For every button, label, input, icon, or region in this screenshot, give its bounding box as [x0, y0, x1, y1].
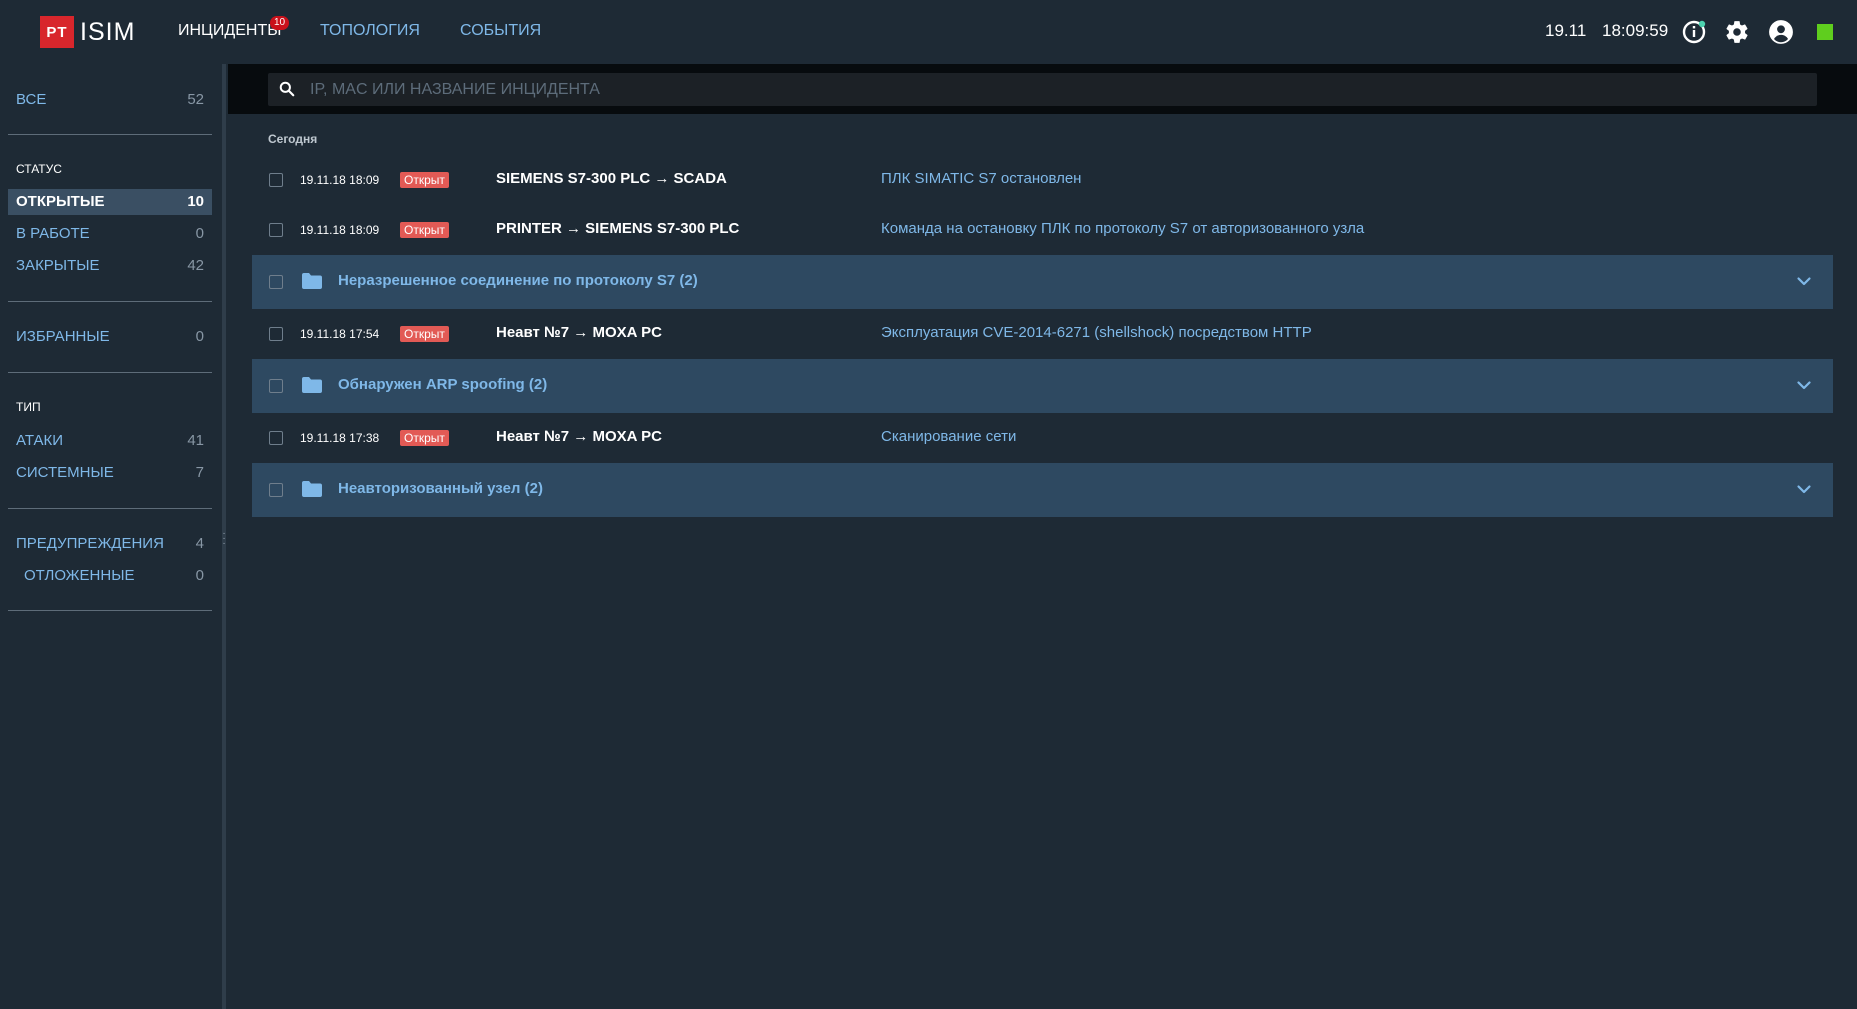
incident-row[interactable]: 19.11.18 17:54 Открыт Неавт №7 → MOXA PC… — [252, 308, 1833, 360]
info-icon[interactable] — [1681, 19, 1707, 45]
sidebar-divider — [8, 610, 212, 611]
logo-text: ISIM — [80, 18, 136, 46]
current-time: 18:09:59 — [1602, 21, 1669, 40]
grip-icon[interactable]: · · · — [221, 529, 227, 549]
filter-label: ИЗБРАННЫЕ — [16, 328, 110, 345]
logo-mark: PT — [40, 16, 74, 48]
status-heading: СТАТУС — [16, 162, 62, 176]
incident-time: 19.11.18 18:09 — [300, 173, 380, 187]
filter-label: СИСТЕМНЫЕ — [16, 464, 114, 481]
incidents-count-badge: 10 — [270, 16, 289, 30]
current-date: 19.11 — [1545, 21, 1587, 40]
filter-count: 52 — [187, 91, 204, 108]
filter-label: ЗАКРЫТЫЕ — [16, 257, 100, 274]
sidebar-divider — [8, 301, 212, 302]
gear-icon[interactable] — [1724, 19, 1750, 45]
folder-icon — [302, 273, 322, 289]
search-input[interactable] — [310, 74, 1800, 105]
folder-icon — [302, 377, 322, 393]
incident-title-link[interactable]: ПЛК SIMATIC S7 остановлен — [881, 170, 1081, 187]
incident-group-row[interactable]: Неавторизованный узел (2) — [252, 463, 1833, 517]
incident-route: Неавт №7 → MOXA PC — [496, 428, 662, 445]
incident-group-row[interactable]: Неразрешенное соединение по протоколу S7… — [252, 255, 1833, 309]
filter-in-progress[interactable]: В РАБОТЕ 0 — [8, 221, 212, 247]
incident-time: 19.11.18 17:54 — [300, 327, 380, 341]
filter-count: 4 — [195, 535, 204, 552]
filter-all[interactable]: ВСЕ 52 — [8, 87, 212, 113]
filter-label: ВСЕ — [16, 91, 47, 108]
chevron-down-icon[interactable] — [1795, 376, 1813, 394]
status-badge: Открыт — [400, 172, 449, 188]
filter-open[interactable]: ОТКРЫТЫЕ 10 — [8, 189, 212, 215]
incident-time: 19.11.18 17:38 — [300, 431, 380, 445]
incident-route: PRINTER → SIEMENS S7-300 PLC — [496, 220, 740, 237]
filter-label: ОТЛОЖЕННЫЕ — [24, 567, 135, 584]
search-icon — [279, 81, 295, 97]
filter-count: 7 — [195, 464, 204, 481]
filter-attacks[interactable]: АТАКИ 41 — [8, 428, 212, 454]
incident-title-link[interactable]: Команда на остановку ПЛК по протоколу S7… — [881, 220, 1364, 237]
filter-postponed[interactable]: ОТЛОЖЕННЫЕ 0 — [8, 563, 212, 589]
filter-closed[interactable]: ЗАКРЫТЫЕ 42 — [8, 253, 212, 279]
status-badge: Открыт — [400, 326, 449, 342]
group-title[interactable]: Обнаружен ARP spoofing (2) — [338, 376, 547, 393]
top-bar: PT ISIM ИНЦИДЕНТЫ 10 ТОПОЛОГИЯ СОБЫТИЯ 1… — [0, 0, 1857, 64]
filter-label: ОТКРЫТЫЕ — [16, 193, 105, 210]
incident-route: SIEMENS S7-300 PLC → SCADA — [496, 170, 727, 187]
incident-time: 19.11.18 18:09 — [300, 223, 380, 237]
filter-count: 10 — [187, 193, 204, 210]
row-checkbox[interactable] — [269, 483, 283, 497]
nav-incidents[interactable]: ИНЦИДЕНТЫ — [178, 22, 281, 40]
row-checkbox[interactable] — [269, 379, 283, 393]
sidebar-divider — [8, 508, 212, 509]
filter-favorites[interactable]: ИЗБРАННЫЕ 0 — [8, 324, 212, 350]
filter-count: 42 — [187, 257, 204, 274]
filter-label: АТАКИ — [16, 432, 64, 449]
chevron-down-icon[interactable] — [1795, 272, 1813, 290]
status-badge: Открыт — [400, 222, 449, 238]
type-heading: ТИП — [16, 400, 41, 414]
filter-warnings[interactable]: ПРЕДУПРЕЖДЕНИЯ 4 — [8, 531, 212, 557]
status-badge: Открыт — [400, 430, 449, 446]
folder-icon — [302, 481, 322, 497]
incident-group-row[interactable]: Обнаружен ARP spoofing (2) — [252, 359, 1833, 413]
row-checkbox[interactable] — [269, 223, 283, 237]
system-status-indicator — [1817, 24, 1833, 40]
row-checkbox[interactable] — [269, 431, 283, 445]
incident-row[interactable]: 19.11.18 17:38 Открыт Неавт №7 → MOXA PC… — [252, 412, 1833, 464]
nav-events[interactable]: СОБЫТИЯ — [460, 22, 541, 40]
incident-row[interactable]: 19.11.18 18:09 Открыт SIEMENS S7-300 PLC… — [252, 154, 1833, 206]
sidebar-divider — [8, 134, 212, 135]
row-checkbox[interactable] — [269, 327, 283, 341]
sidebar-divider — [8, 372, 212, 373]
row-checkbox[interactable] — [269, 173, 283, 187]
nav-topology[interactable]: ТОПОЛОГИЯ — [320, 22, 420, 40]
incident-title-link[interactable]: Сканирование сети — [881, 428, 1016, 445]
filter-label: ПРЕДУПРЕЖДЕНИЯ — [16, 535, 164, 552]
filter-count: 0 — [195, 328, 204, 345]
filter-system[interactable]: СИСТЕМНЫЕ 7 — [8, 460, 212, 486]
incident-row[interactable]: 19.11.18 18:09 Открыт PRINTER → SIEMENS … — [252, 204, 1833, 256]
chevron-down-icon[interactable] — [1795, 480, 1813, 498]
incident-title-link[interactable]: Эксплуатация CVE-2014-6271 (shellshock) … — [881, 324, 1312, 341]
filter-count: 0 — [195, 567, 204, 584]
filter-label: В РАБОТЕ — [16, 225, 90, 242]
user-icon[interactable] — [1768, 19, 1794, 45]
row-checkbox[interactable] — [269, 275, 283, 289]
filter-count: 0 — [195, 225, 204, 242]
group-title[interactable]: Неавторизованный узел (2) — [338, 480, 543, 497]
group-title[interactable]: Неразрешенное соединение по протоколу S7… — [338, 272, 698, 289]
date-section-label: Сегодня — [268, 132, 318, 146]
filter-count: 41 — [187, 432, 204, 449]
incident-route: Неавт №7 → MOXA PC — [496, 324, 662, 341]
